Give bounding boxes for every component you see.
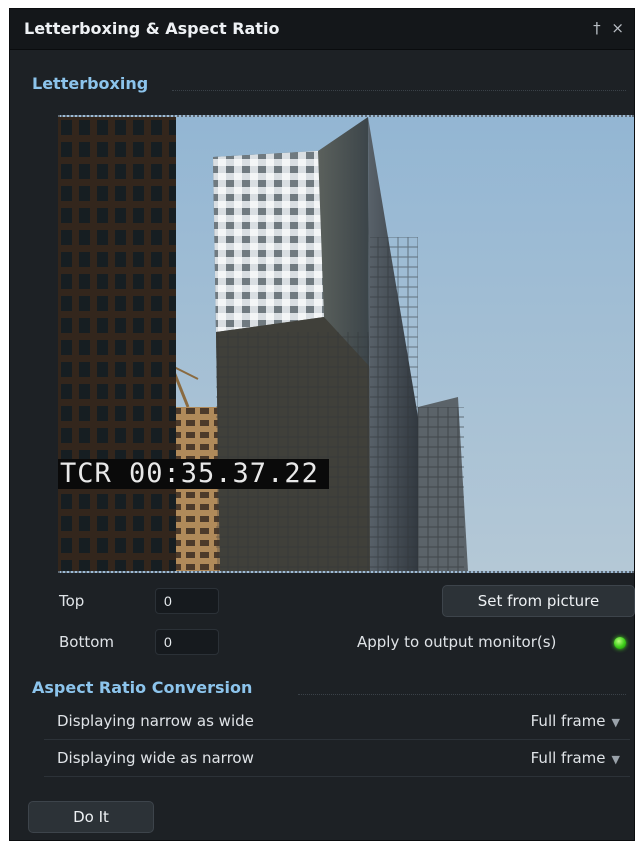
row-divider xyxy=(44,739,630,740)
narrow-as-wide-value: Full frame xyxy=(530,712,606,730)
do-it-button[interactable]: Do It xyxy=(28,801,154,833)
dropdown-arrow-icon: ▼ xyxy=(611,753,620,766)
narrow-as-wide-dropdown[interactable]: Full frame ▼ xyxy=(531,712,620,730)
top-input[interactable] xyxy=(155,588,219,614)
wide-as-narrow-label: Displaying wide as narrow xyxy=(57,749,254,767)
timecode-overlay: TCR 00:35.37.22 xyxy=(58,459,329,489)
wide-as-narrow-value: Full frame xyxy=(530,749,606,767)
picture-preview[interactable]: TCR 00:35.37.22 xyxy=(58,115,634,573)
preview-image xyxy=(58,117,634,571)
title-icons: † × xyxy=(587,19,624,37)
bottom-input[interactable] xyxy=(155,629,219,655)
section-divider xyxy=(172,90,626,91)
close-icon[interactable]: × xyxy=(611,19,624,37)
wide-as-narrow-dropdown[interactable]: Full frame ▼ xyxy=(531,749,620,767)
apply-indicator-icon[interactable] xyxy=(614,637,626,649)
panel-title: Letterboxing & Aspect Ratio xyxy=(24,19,280,38)
panel-titlebar: Letterboxing & Aspect Ratio † × xyxy=(10,9,634,50)
pin-icon[interactable]: † xyxy=(593,19,601,37)
set-from-picture-button[interactable]: Set from picture xyxy=(442,585,635,617)
dropdown-arrow-icon: ▼ xyxy=(611,716,620,729)
apply-to-output-label: Apply to output monitor(s) xyxy=(357,633,557,651)
section-divider xyxy=(298,694,626,695)
letterboxing-panel: Letterboxing & Aspect Ratio † × Letterbo… xyxy=(9,8,635,841)
letterboxing-section-title: Letterboxing xyxy=(32,74,149,93)
bottom-label: Bottom xyxy=(59,633,115,651)
aspect-ratio-section-title: Aspect Ratio Conversion xyxy=(32,678,253,697)
top-label: Top xyxy=(59,592,85,610)
narrow-as-wide-label: Displaying narrow as wide xyxy=(57,712,254,730)
row-divider xyxy=(44,776,630,777)
